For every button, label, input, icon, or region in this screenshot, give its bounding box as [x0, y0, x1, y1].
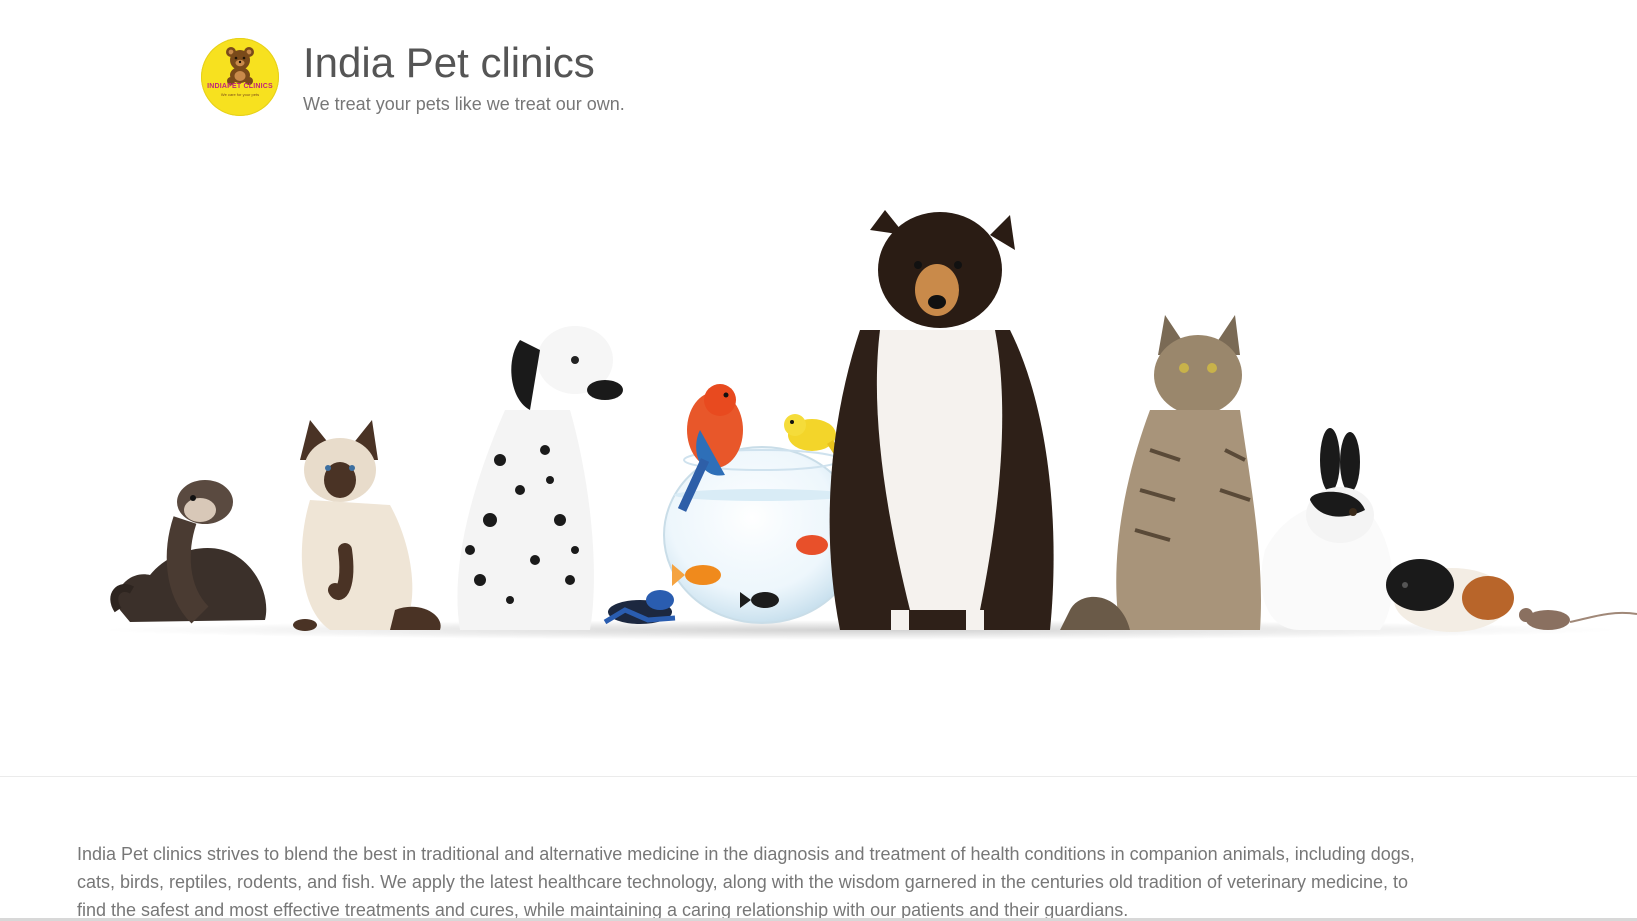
guinea-pig-animal: [1386, 559, 1514, 632]
collie-dog: [829, 210, 1054, 630]
teddy-bear-icon: [226, 47, 254, 85]
section-divider: [0, 776, 1637, 777]
logo-text: INDIAPET CLINICS: [207, 83, 273, 90]
site-logo[interactable]: INDIAPET CLINICS We care for your pets: [201, 38, 279, 116]
tabby-cat-animal: [1060, 315, 1261, 630]
dalmatian-animal: [457, 326, 623, 630]
site-tagline: We treat your pets like we treat our own…: [303, 94, 625, 114]
rabbit-animal: [1261, 428, 1393, 630]
page: INDIAPET CLINICS We care for your pets I…: [0, 0, 1637, 921]
logo-subtext: We care for your pets: [220, 92, 260, 97]
siamese-cat-animal: [293, 420, 441, 631]
ferret-animal: [110, 480, 267, 624]
frog-animal: [603, 590, 676, 625]
hero-banner-image: [100, 210, 1637, 640]
site-title[interactable]: India Pet clinics: [303, 38, 595, 88]
intro-paragraph: India Pet clinics strives to blend the b…: [77, 844, 1415, 920]
mouse-animal: [1519, 608, 1637, 630]
